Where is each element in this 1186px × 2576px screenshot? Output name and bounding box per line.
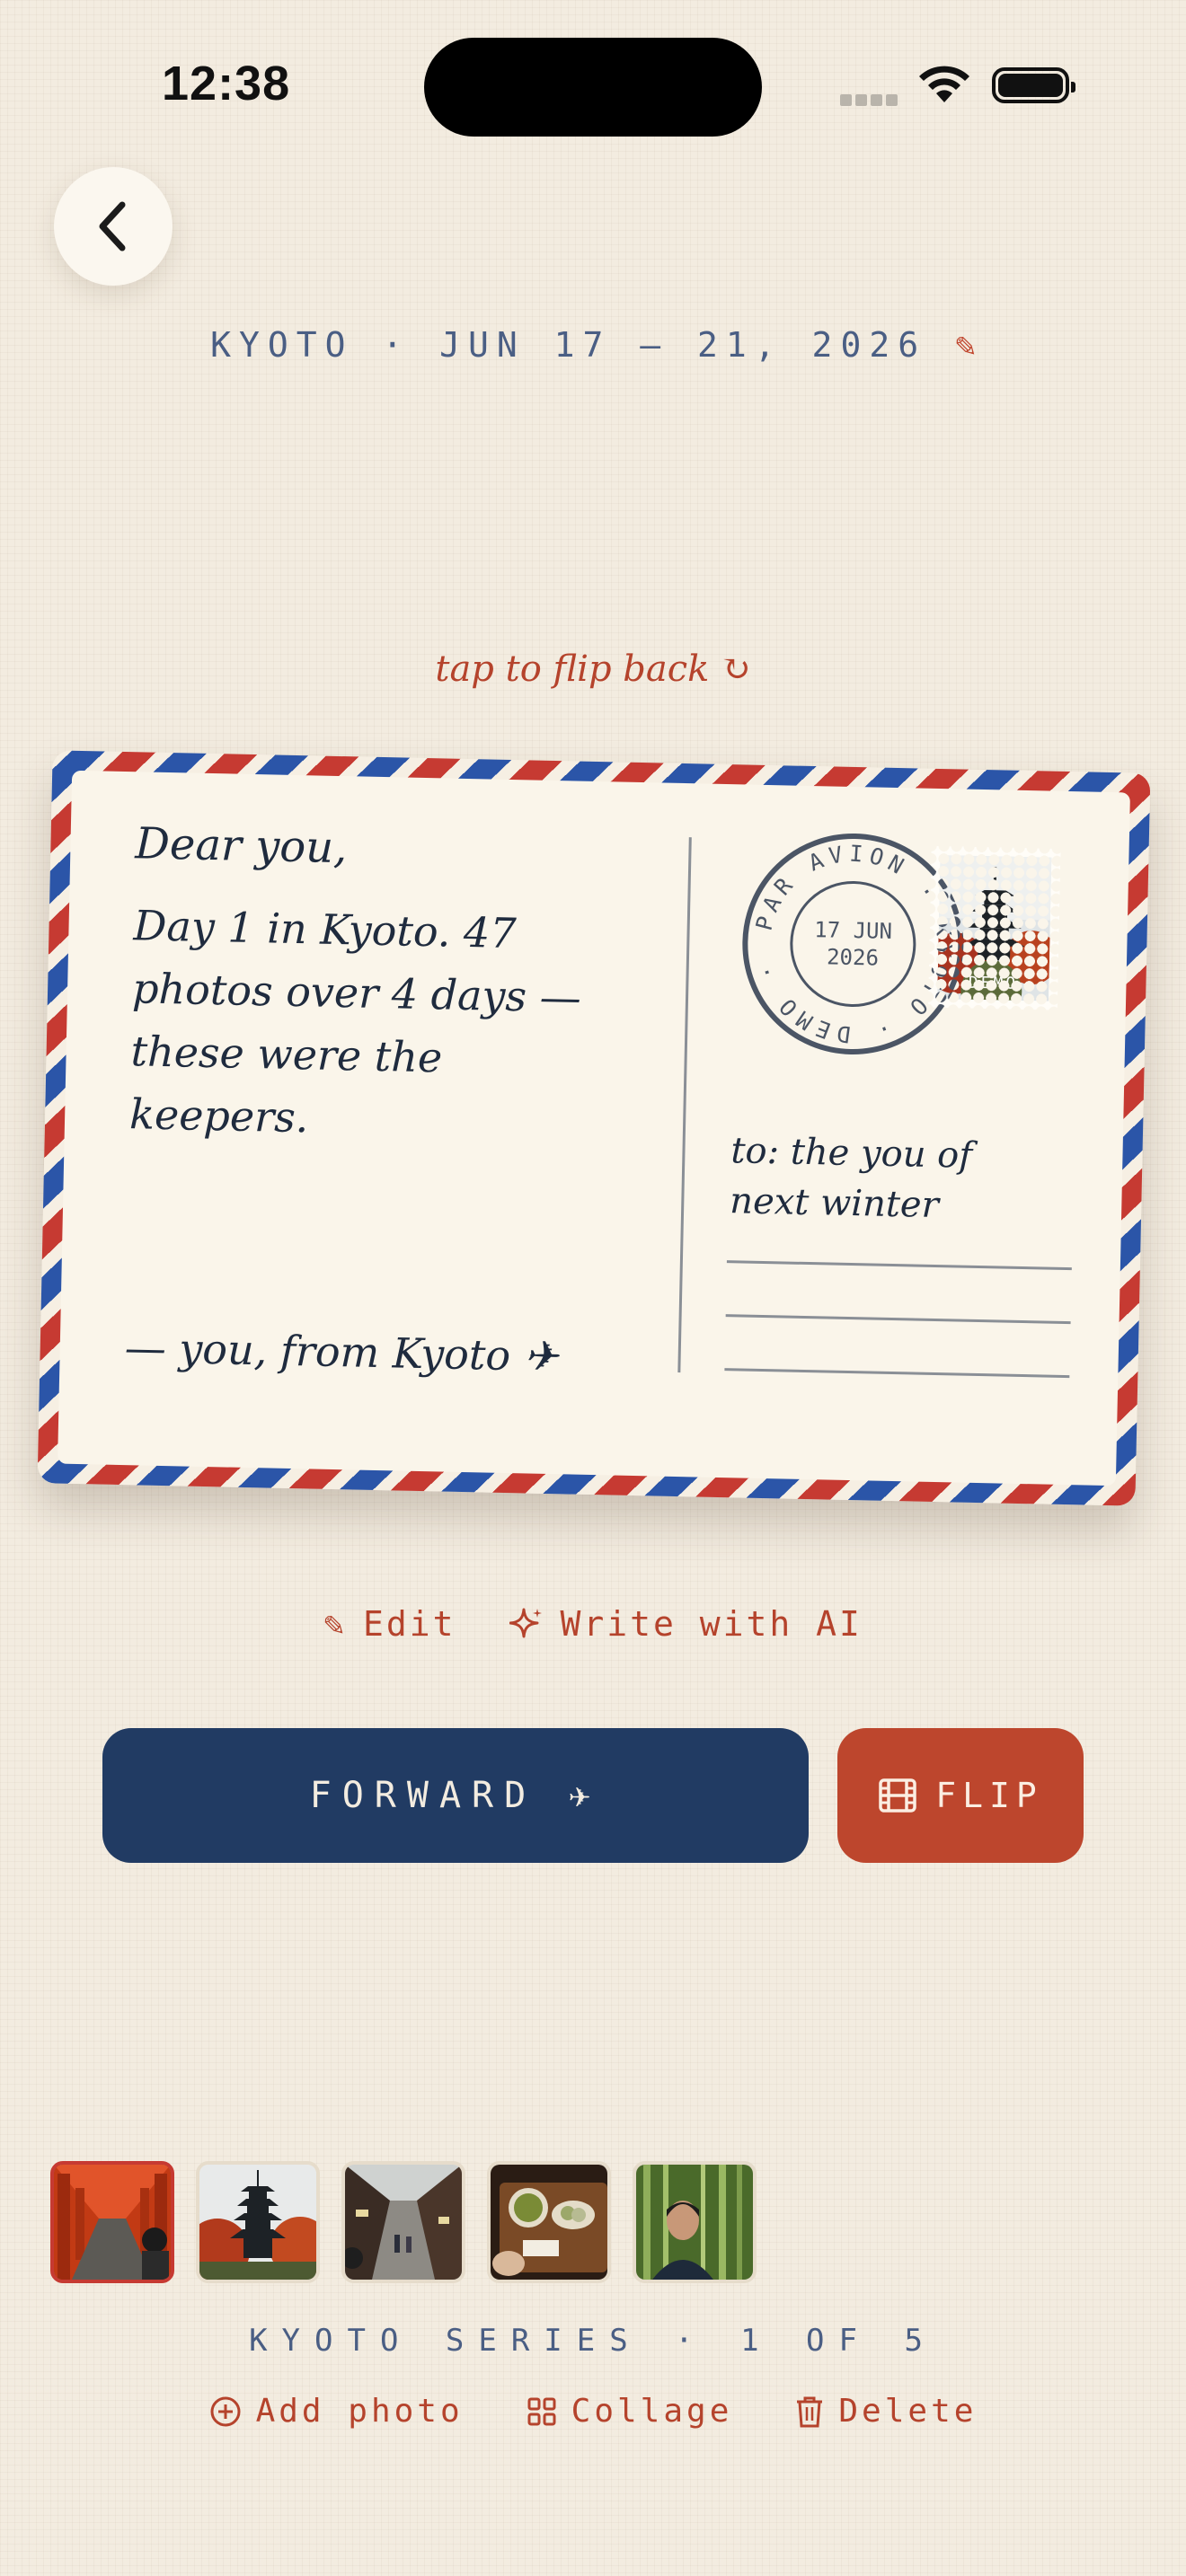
pencil-icon: ✎ bbox=[323, 1604, 347, 1644]
film-icon bbox=[879, 1778, 916, 1813]
plus-circle-icon bbox=[210, 2396, 241, 2426]
series-label: KYOTO SERIES · 1 OF 5 bbox=[249, 2323, 937, 2359]
message-line: these were the keepers. bbox=[128, 1027, 443, 1142]
write-with-ai-button[interactable]: Write with AI bbox=[509, 1604, 862, 1644]
add-photo-button[interactable]: Add photo bbox=[209, 2393, 464, 2430]
edit-pencil-icon[interactable]: ✎ bbox=[955, 325, 976, 365]
flip-button[interactable]: FLIP bbox=[837, 1728, 1084, 1863]
trip-title[interactable]: KYOTO · JUN 17 — 21, 2026 ✎ bbox=[0, 325, 1186, 365]
delete-button[interactable]: Delete bbox=[795, 2393, 977, 2430]
thumbnail-old-street[interactable] bbox=[341, 2161, 465, 2283]
trip-title-text: KYOTO · JUN 17 — 21, 2026 bbox=[210, 325, 927, 365]
thumbnail-pagoda-autumn[interactable] bbox=[196, 2161, 320, 2283]
stamp-pagoda-image: DEMO bbox=[937, 855, 1052, 1001]
collage-label: Collage bbox=[571, 2393, 733, 2430]
postcard-actions: ✎ Edit Write with AI bbox=[0, 1604, 1186, 1644]
forward-label: FORWARD ✈ bbox=[309, 1775, 602, 1816]
back-button[interactable] bbox=[54, 167, 173, 286]
thumbnail-torii-tunnel[interactable] bbox=[50, 2161, 174, 2283]
flip-back-hint[interactable]: tap to flip back ↻ bbox=[0, 648, 1186, 690]
thumbnail-bamboo-selfie[interactable] bbox=[633, 2161, 757, 2283]
grid-icon bbox=[527, 2397, 556, 2425]
postmark-date-year: 2026 bbox=[826, 944, 880, 971]
address-line: to: the you of bbox=[730, 1130, 973, 1177]
address-rule bbox=[725, 1314, 1071, 1325]
delete-label: Delete bbox=[838, 2393, 978, 2430]
add-photo-label: Add photo bbox=[255, 2393, 464, 2430]
trash-icon bbox=[797, 2396, 823, 2427]
postcard-address: to: the you of next winter bbox=[730, 1125, 1001, 1231]
dynamic-island bbox=[424, 38, 762, 137]
airmail-border: Dear you, Day 1 in Kyoto. 47 photos over… bbox=[37, 750, 1151, 1506]
postcard-greeting: Dear you, bbox=[134, 818, 348, 874]
edit-label: Edit bbox=[362, 1604, 456, 1644]
forward-button[interactable]: FORWARD ✈ bbox=[102, 1728, 809, 1863]
stamp-label: DEMO bbox=[968, 973, 1019, 993]
postcard-divider bbox=[677, 837, 692, 1373]
postcard[interactable]: Dear you, Day 1 in Kyoto. 47 photos over… bbox=[37, 750, 1151, 1506]
postage-stamp: DEMO bbox=[927, 845, 1061, 1010]
address-line: next winter bbox=[729, 1180, 940, 1227]
postcard-back: Dear you, Day 1 in Kyoto. 47 photos over… bbox=[58, 770, 1130, 1486]
sparkle-icon bbox=[509, 1608, 543, 1638]
message-line: Day 1 in Kyoto. 47 bbox=[133, 901, 518, 958]
photo-actions: Add photo Collage Delete bbox=[0, 2393, 1186, 2430]
collage-button[interactable]: Collage bbox=[527, 2393, 733, 2430]
chevron-left-icon bbox=[99, 201, 126, 251]
write-with-ai-label: Write with AI bbox=[560, 1604, 863, 1644]
postcard-message: Day 1 in Kyoto. 47 photos over 4 days — … bbox=[128, 894, 637, 1156]
address-rule bbox=[726, 1260, 1072, 1271]
address-rule bbox=[724, 1368, 1070, 1379]
flip-label: FLIP bbox=[935, 1776, 1043, 1815]
postcard-signoff: — you, from Kyoto ✈ bbox=[124, 1323, 559, 1381]
edit-button[interactable]: ✎ Edit bbox=[323, 1604, 456, 1644]
message-line: photos over 4 days — bbox=[131, 964, 582, 1022]
series-thumbnails bbox=[50, 2161, 757, 2283]
wifi-icon bbox=[919, 66, 969, 102]
postmark-date-day: 17 JUN bbox=[814, 917, 893, 944]
status-time: 12:38 bbox=[162, 57, 291, 110]
thumbnail-matcha-tray[interactable] bbox=[487, 2161, 611, 2283]
cellular-signal-icon bbox=[840, 93, 901, 110]
battery-icon bbox=[992, 67, 1075, 103]
